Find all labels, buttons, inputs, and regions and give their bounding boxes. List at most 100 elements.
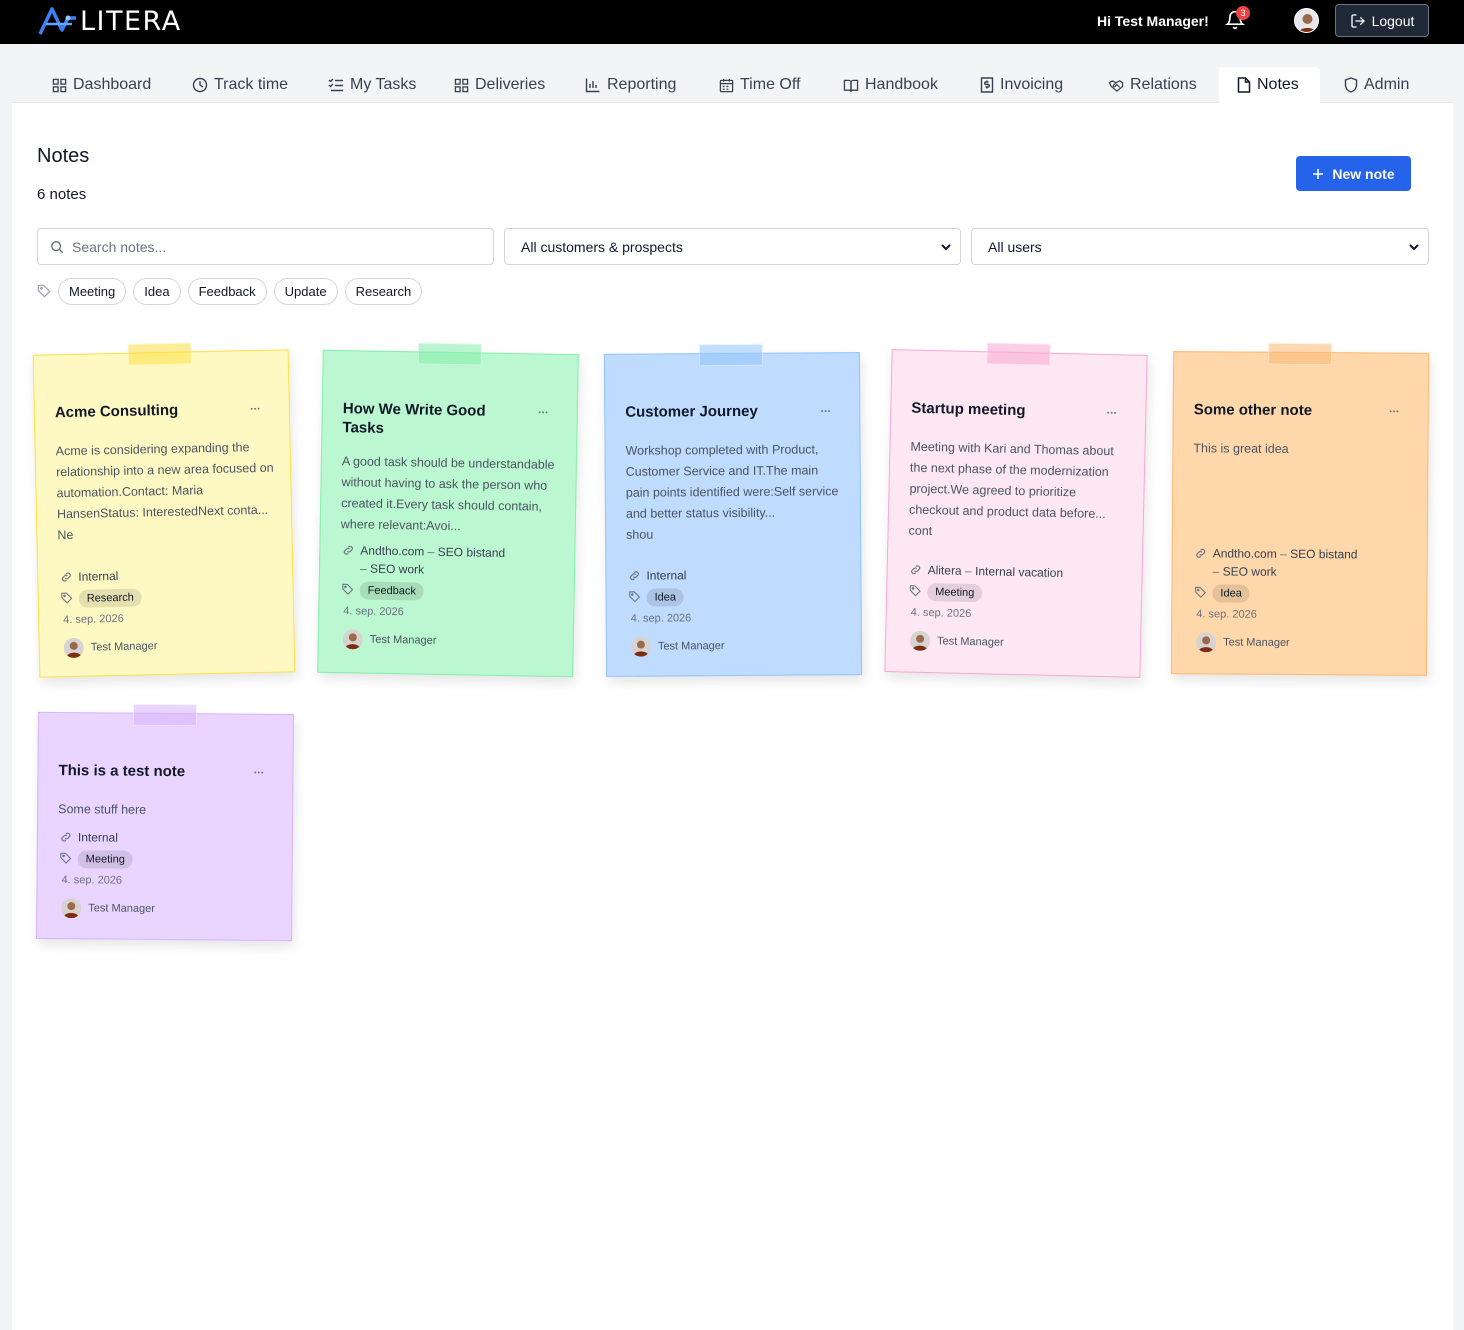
top-bar: LITERA Hi Test Manager! 3 Logout	[0, 0, 1464, 44]
note-date: 4. sep. 2026	[910, 606, 972, 621]
note-author: Test Manager	[342, 629, 437, 651]
more-options-icon[interactable]: •••	[250, 406, 261, 413]
note-tape	[417, 342, 482, 366]
tab-notes[interactable]: Notes	[1219, 67, 1320, 103]
note-tape	[986, 342, 1051, 366]
note-link[interactable]: Internal	[628, 565, 848, 585]
tab-label: Track time	[214, 76, 289, 93]
note-card[interactable]: Customer Journey ••• Workshop completed wi…	[603, 343, 863, 677]
note-tag-pill: Idea	[646, 588, 685, 607]
tag-icon	[1195, 586, 1207, 598]
note-author: Test Manager	[1196, 632, 1290, 653]
customer-filter-select[interactable]: All customers & prospects	[504, 228, 961, 265]
tab-time-off[interactable]: Time Off	[719, 67, 800, 103]
note-tag-pill: Idea	[1212, 584, 1250, 603]
tab-relations[interactable]: Relations	[1108, 67, 1197, 103]
tab-reporting[interactable]: Reporting	[585, 67, 676, 103]
tag-filter-update[interactable]: Update	[273, 277, 338, 305]
tab-handbook[interactable]: Handbook	[843, 67, 938, 103]
tab-label: Handbook	[865, 76, 938, 93]
tab-deliveries[interactable]: Deliveries	[454, 67, 545, 103]
tab-label: My Tasks	[350, 76, 417, 93]
note-card[interactable]: How We Write Good Tasks ••• A good task sh…	[317, 342, 579, 678]
chevron-down-icon	[1409, 243, 1419, 250]
note-tape	[127, 342, 192, 366]
logout-button[interactable]: Logout	[1335, 4, 1429, 37]
note-tag-pill: Meeting	[926, 583, 983, 603]
note-title: Some other note	[1193, 401, 1313, 420]
tab-my-tasks[interactable]: My Tasks	[328, 67, 416, 103]
handshake-icon	[1108, 79, 1124, 92]
tab-label: Reporting	[607, 76, 677, 93]
bar-chart-icon	[585, 78, 600, 93]
tag-icon	[342, 583, 354, 595]
note-tag-pill: Research	[78, 588, 143, 608]
notification-badge: 3	[1236, 6, 1250, 20]
new-note-button[interactable]: New note	[1296, 156, 1411, 191]
search-icon	[51, 240, 64, 253]
more-options-icon[interactable]: •••	[1107, 410, 1118, 417]
note-body: A good task should be understandable wit…	[340, 454, 555, 534]
note-link[interactable]: Andtho.com – SEO bistand – SEO work	[342, 541, 563, 581]
tab-admin[interactable]: Admin	[1344, 67, 1409, 103]
note-link[interactable]: Andtho.com – SEO bistand – SEO work	[1195, 544, 1415, 582]
search-input[interactable]	[72, 238, 462, 255]
book-icon	[843, 79, 859, 92]
note-count: 6 notes	[37, 186, 87, 203]
user-filter-select[interactable]: All users	[971, 228, 1429, 265]
page-title: Notes	[37, 145, 90, 167]
note-tape	[132, 703, 198, 727]
note-author: Test Manager	[63, 636, 158, 659]
tag-filter-research[interactable]: Research	[344, 277, 423, 305]
clock-icon	[192, 77, 208, 93]
tag-filter-idea[interactable]: Idea	[133, 277, 181, 305]
note-date: 4. sep. 2026	[1196, 608, 1257, 621]
logo[interactable]: LITERA	[38, 5, 182, 37]
user-avatar[interactable]	[1294, 8, 1319, 33]
tab-dashboard[interactable]: Dashboard	[52, 67, 151, 103]
note-card[interactable]: Startup meeting ••• Meeting with Kari and …	[884, 342, 1148, 678]
note-date: 4. sep. 2026	[630, 612, 692, 625]
grid-icon	[454, 78, 469, 92]
customer-filter-value: All customers & prospects	[521, 238, 683, 255]
tab-label: Deliveries	[475, 76, 546, 93]
more-options-icon[interactable]: •••	[1389, 409, 1399, 416]
note-date: 4. sep. 2026	[61, 874, 123, 887]
tab-label: Notes	[1257, 76, 1299, 93]
tag-filter-meeting[interactable]: Meeting	[58, 277, 127, 305]
tab-invoicing[interactable]: Invoicing	[980, 67, 1063, 103]
tab-track-time[interactable]: Track time	[192, 67, 288, 103]
note-tags: Feedback	[341, 581, 561, 603]
avatar	[909, 630, 931, 652]
avatar	[61, 898, 82, 919]
receipt-icon	[980, 77, 994, 93]
note-title: How We Write Good Tasks	[342, 400, 486, 437]
tag-filter-feedback[interactable]: Feedback	[187, 277, 267, 305]
note-card[interactable]: Acme Consulting ••• Acme is considering ex…	[32, 342, 296, 678]
note-body: Acme is considering expanding the relati…	[55, 440, 274, 543]
note-tags: Meeting	[909, 583, 1129, 606]
plus-icon	[1313, 168, 1324, 179]
note-tags: Idea	[629, 587, 849, 607]
note-link[interactable]: Internal	[60, 828, 280, 848]
note-tape	[1268, 342, 1333, 366]
note-card[interactable]: This is a test note ••• Some stuff here Int…	[36, 703, 294, 942]
note-link[interactable]: Internal	[60, 564, 280, 587]
more-options-icon[interactable]: •••	[821, 408, 831, 415]
greeting: Hi Test Manager!	[1097, 13, 1209, 29]
tab-label: Relations	[1130, 76, 1197, 93]
note-card[interactable]: Some other note ••• This is great idea Andt…	[1170, 342, 1430, 676]
note-link[interactable]: Alitera – Internal vacation	[909, 561, 1129, 584]
note-tag-pill: Meeting	[77, 850, 133, 869]
avatar	[1196, 632, 1217, 653]
note-tags: Meeting	[60, 850, 280, 870]
grid-icon	[52, 78, 67, 92]
note-body: Workshop completed with Product, Custome…	[625, 442, 839, 542]
link-icon	[1196, 548, 1206, 558]
more-options-icon[interactable]: •••	[254, 770, 264, 777]
note-title: Customer Journey	[625, 402, 758, 421]
more-options-icon[interactable]: •••	[538, 410, 548, 417]
note-title: Acme Consulting	[54, 401, 179, 422]
note-tag-pill: Feedback	[359, 581, 425, 601]
avatar	[630, 636, 651, 657]
